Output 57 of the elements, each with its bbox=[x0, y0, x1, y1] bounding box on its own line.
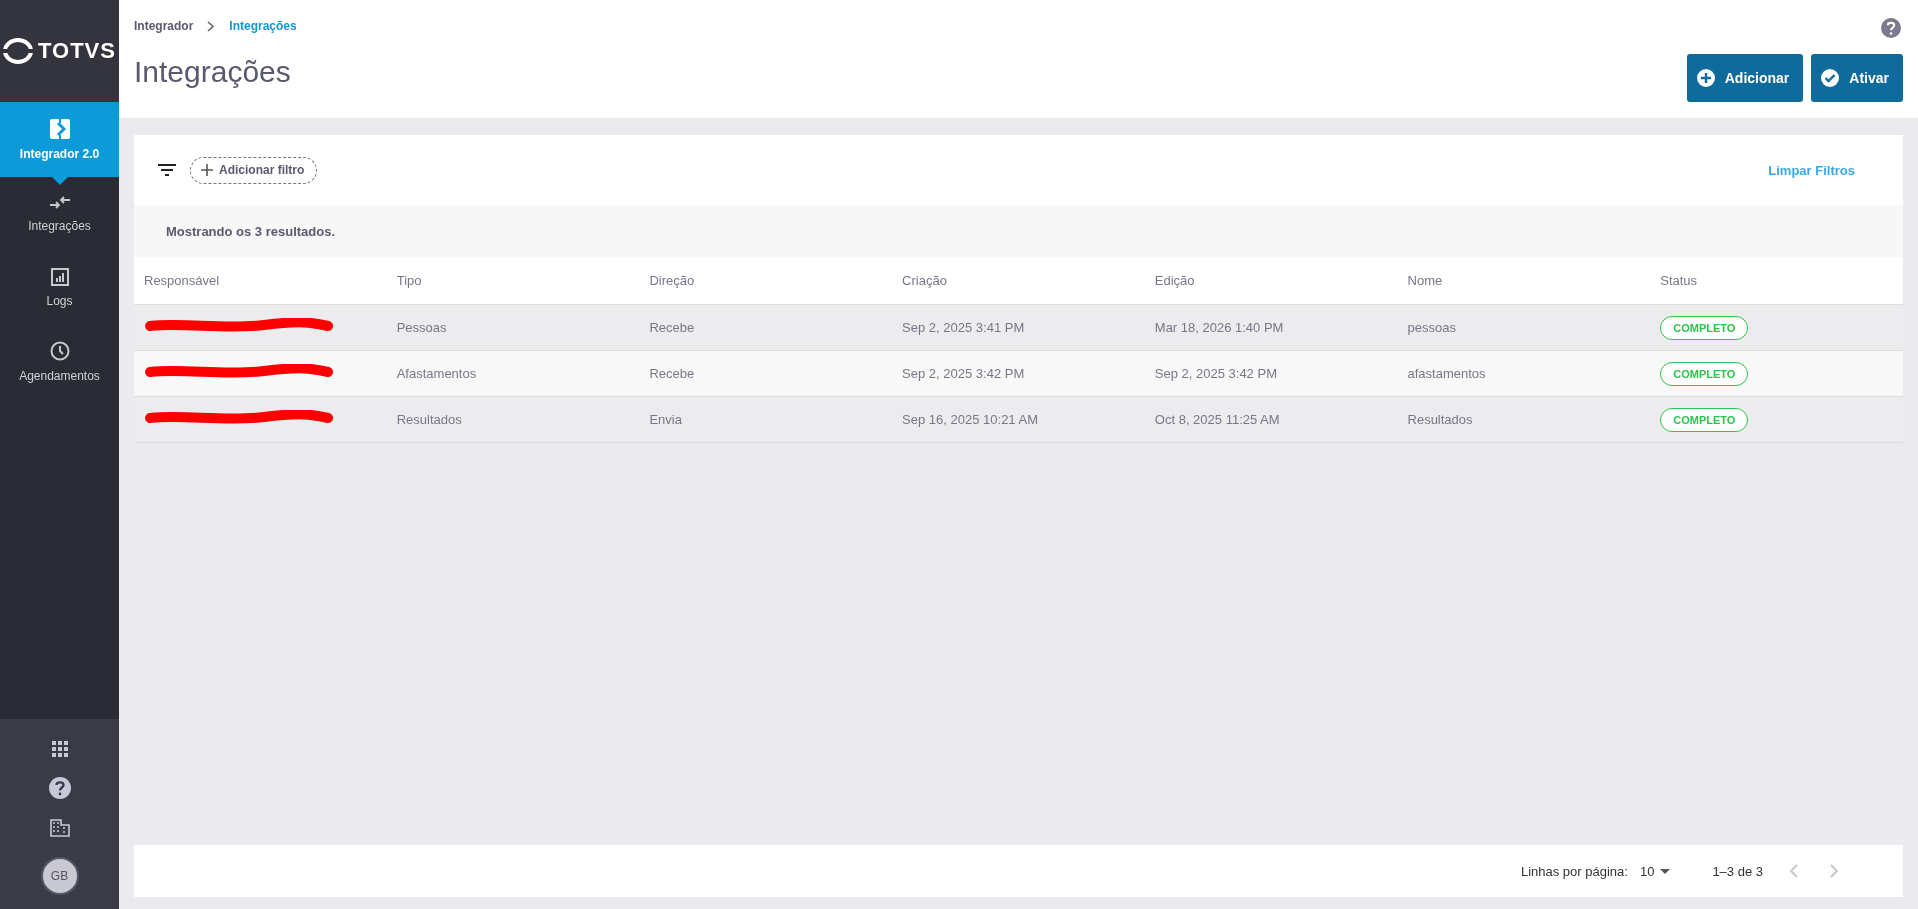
chevron-left-icon bbox=[1789, 864, 1799, 878]
add-filter-button[interactable]: Adicionar filtro bbox=[190, 156, 318, 184]
status-badge: COMPLETO bbox=[1660, 407, 1749, 432]
page-range: 1–3 de 3 bbox=[1712, 863, 1763, 879]
breadcrumb-link[interactable]: Integrador bbox=[134, 19, 194, 33]
arrows-icon bbox=[48, 195, 71, 211]
activate-button[interactable]: Ativar bbox=[1811, 54, 1903, 102]
chevron-icon bbox=[207, 20, 216, 32]
nav-item[interactable]: Logs bbox=[0, 251, 119, 325]
logo-icon bbox=[3, 38, 33, 64]
column-header: Edição bbox=[1144, 257, 1398, 305]
column-header: Nome bbox=[1397, 257, 1651, 305]
apps-grid-icon[interactable] bbox=[51, 741, 68, 757]
status-badge: COMPLETO bbox=[1660, 361, 1749, 386]
column-header: Tipo bbox=[386, 257, 640, 305]
help-icon[interactable] bbox=[48, 777, 71, 799]
table-cell: Oct 8, 2025 11:25 AM bbox=[1144, 396, 1398, 443]
page-size-select[interactable]: 10 bbox=[1639, 863, 1671, 879]
table-cell: Pessoas bbox=[386, 304, 640, 351]
chart-icon bbox=[50, 268, 69, 286]
plus-icon bbox=[201, 164, 213, 176]
user-avatar[interactable]: GB bbox=[40, 857, 79, 895]
column-header: Direção bbox=[639, 257, 893, 305]
table-cell: Recebe bbox=[639, 350, 893, 397]
chevron-right-icon bbox=[1829, 864, 1839, 878]
add-button[interactable]: Adicionar bbox=[1686, 54, 1804, 102]
rows-per-page-label: Linhas por página: bbox=[1520, 863, 1628, 879]
dropdown-caret-icon bbox=[1660, 868, 1671, 874]
help-icon[interactable] bbox=[1881, 18, 1901, 38]
column-header: Status bbox=[1650, 257, 1903, 305]
building-icon[interactable] bbox=[49, 819, 70, 837]
column-header: Responsável bbox=[134, 257, 387, 305]
table-cell: Sep 16, 2025 10:21 AM bbox=[892, 396, 1145, 443]
table-cell: afastamentos bbox=[1397, 350, 1651, 397]
nav-item[interactable]: Integrações bbox=[0, 177, 119, 251]
table-cell: Mar 18, 2026 1:40 PM bbox=[1144, 304, 1398, 351]
filter-icon[interactable] bbox=[158, 164, 176, 176]
table-cell: Afastamentos bbox=[386, 350, 640, 397]
nav-item[interactable]: Agendamentos bbox=[0, 325, 119, 399]
table-cell: Recebe bbox=[639, 304, 893, 351]
table-cell: Resultados bbox=[386, 396, 640, 443]
integrator-icon bbox=[49, 118, 70, 139]
breadcrumb-link[interactable]: Integrações bbox=[229, 19, 297, 33]
plus-circle-icon bbox=[1696, 69, 1715, 87]
clock-icon bbox=[49, 341, 70, 361]
table-cell: Sep 2, 2025 3:42 PM bbox=[1144, 350, 1398, 397]
table-cell: Sep 2, 2025 3:41 PM bbox=[892, 304, 1145, 351]
check-circle-icon bbox=[1821, 69, 1840, 87]
results-count: Mostrando os 3 resultados. bbox=[166, 223, 336, 239]
logo-text: TOTVS bbox=[38, 38, 116, 64]
column-header: Criação bbox=[892, 257, 1145, 305]
table-cell: Sep 2, 2025 3:42 PM bbox=[892, 350, 1145, 397]
status-badge: COMPLETO bbox=[1660, 315, 1749, 340]
table-cell: pessoas bbox=[1397, 304, 1651, 351]
table-cell: Resultados bbox=[1397, 396, 1651, 443]
page-title: Integrações bbox=[134, 55, 292, 89]
table-cell: Envia bbox=[639, 396, 893, 443]
